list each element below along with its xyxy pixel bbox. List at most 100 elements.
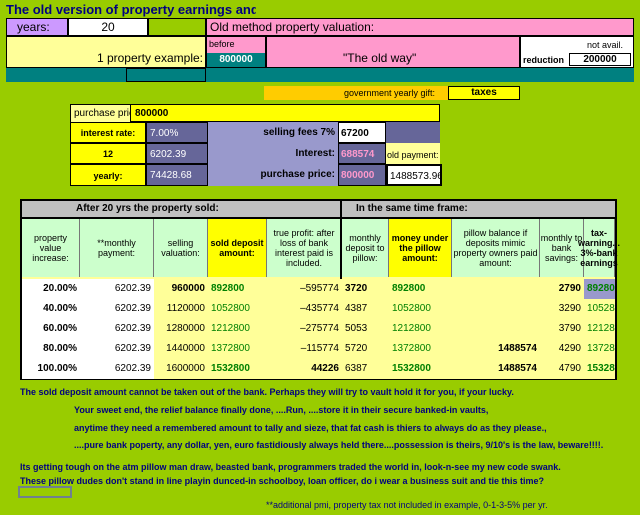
selected-cell[interactable]	[18, 486, 72, 498]
table-cell-property-value-increase: 60.00%	[22, 319, 80, 339]
table-cell-monthly-bank-savings: 3790	[540, 319, 584, 339]
table-cell-money-under-pillow: 1212800	[389, 319, 452, 339]
table-cell-property-value-increase: 80.00%	[22, 339, 80, 359]
column-header-money-under-pillow: money under the pillow amount:	[389, 219, 452, 277]
table-cell-bank-earnings: 1052800	[584, 299, 615, 319]
table-cell-bank-earnings: 1532800	[584, 359, 615, 379]
table-cell-monthly-payment: 6202.39	[80, 339, 154, 359]
column-header-monthly-payment: **monthly payment:	[80, 219, 154, 277]
table-cell-true-profit: 44226	[267, 359, 342, 379]
left-table-header: After 20 yrs the property sold:	[76, 203, 219, 214]
before-label: before	[209, 39, 235, 49]
column-header-bank-earnings: tax-warning... 3%-bank earnings	[578, 219, 620, 277]
table-cell-sold-deposit-amount: 1372800	[208, 339, 267, 359]
taxes-cell: taxes	[448, 86, 520, 100]
column-header-true-profit: true profit: after loss of bank interest…	[267, 219, 342, 277]
column-header-selling-valuation: selling valuation:	[154, 219, 208, 277]
example-cell: 1 property example:	[6, 36, 206, 68]
yearly-label: yearly:	[70, 164, 146, 186]
table-cell-monthly-payment: 6202.39	[80, 279, 154, 299]
table-cell-selling-valuation: 1440000	[154, 339, 208, 359]
reduction-value: 200000	[569, 53, 631, 66]
table-cell-monthly-bank-savings: 2790	[540, 279, 584, 299]
table-cell-bank-earnings: 1372800	[584, 339, 615, 359]
table-cell-pillow-balance: 1488574	[452, 359, 540, 379]
interest-label: Interest:	[208, 143, 338, 164]
selling-fees-value: 67200	[338, 122, 386, 143]
table-cell-monthly-deposit-pillow: 5053	[342, 319, 389, 339]
table-cell-selling-valuation: 1120000	[154, 299, 208, 319]
table-cell-money-under-pillow: 892800	[389, 279, 452, 299]
note-line-1: The sold deposit amount cannot be taken …	[20, 387, 514, 397]
table-cell-selling-valuation: 1280000	[154, 319, 208, 339]
table-cell-selling-valuation: 960000	[154, 279, 208, 299]
table-cell-money-under-pillow: 1532800	[389, 359, 452, 379]
table-row: 100.00% 6202.39 1600000 1532800 44226 6387 153…	[22, 359, 615, 379]
table-cell-money-under-pillow: 1052800	[389, 299, 452, 319]
table-cell-true-profit: –595774	[267, 279, 342, 299]
note-line-3: anytime they need a remembered amount to…	[74, 423, 547, 433]
old-way-label: "The old way"	[343, 51, 417, 65]
not-avail-cell: not avail. reduction 200000	[520, 36, 634, 68]
years-label-cell: years:	[6, 18, 68, 36]
table-cell-sold-deposit-amount: 1212800	[208, 319, 267, 339]
monthly-value: 6202.39	[146, 143, 208, 164]
interest-rate-label: interest rate:	[70, 122, 146, 143]
table-cell-true-profit: –275774	[267, 319, 342, 339]
example-label: 1 property example:	[96, 51, 203, 65]
table-cell-monthly-deposit-pillow: 4387	[342, 299, 389, 319]
table-row: 60.00% 6202.39 1280000 1212800 –275774 5053 12…	[22, 319, 615, 339]
table-cell-bank-earnings: 892800	[584, 279, 615, 299]
table-cell-pillow-balance	[452, 279, 540, 299]
years-input[interactable]: 20	[68, 18, 148, 36]
table-cell-selling-valuation: 1600000	[154, 359, 208, 379]
table-cell-monthly-deposit-pillow: 6387	[342, 359, 389, 379]
table-cell-property-value-increase: 40.00%	[22, 299, 80, 319]
column-header-monthly-deposit-pillow: monthly deposit to pillow:	[342, 219, 389, 277]
table-cell-monthly-bank-savings: 3290	[540, 299, 584, 319]
table-row: 40.00% 6202.39 1120000 1052800 –435774 4387 10…	[22, 299, 615, 319]
table-cell-sold-deposit-amount: 892800	[208, 279, 267, 299]
months-value: 12	[70, 143, 146, 164]
table-cell-monthly-deposit-pillow: 3720	[342, 279, 389, 299]
table-cell-monthly-bank-savings: 4790	[540, 359, 584, 379]
table-cell-property-value-increase: 100.00%	[22, 359, 80, 379]
right-table-header: In the same time frame:	[356, 203, 468, 214]
note-line-5: Its getting tough on the atm pillow man …	[20, 462, 561, 472]
old-method-label: Old method property valuation:	[206, 18, 634, 36]
table-row: 20.00% 6202.39 960000 892800 –595774 3720 8928…	[22, 279, 615, 299]
teal-bar	[6, 68, 634, 82]
table-cell-property-value-increase: 20.00%	[22, 279, 80, 299]
table-cell-monthly-deposit-pillow: 5720	[342, 339, 389, 359]
table-cell-monthly-payment: 6202.39	[80, 319, 154, 339]
table-cell-monthly-payment: 6202.39	[80, 359, 154, 379]
interest-value: 688574	[338, 143, 386, 164]
not-avail-label: not avail.	[586, 40, 623, 50]
header-divider	[340, 201, 342, 219]
table-cell-pillow-balance	[452, 319, 540, 339]
note-line-4: ....pure bank poperty, any dollar, yen, …	[74, 440, 604, 450]
gift-label: government yearly gift:	[344, 88, 436, 98]
table-cell-sold-deposit-amount: 1532800	[208, 359, 267, 379]
table-cell-pillow-balance: 1488574	[452, 339, 540, 359]
before-value: 800000	[207, 53, 265, 67]
purchase-price2-value: 800000	[338, 164, 386, 186]
column-header-property-value-increase: property value increase:	[22, 219, 80, 277]
years-label: years:	[17, 20, 50, 34]
footnote: **additional pmi, property tax not inclu…	[266, 500, 548, 510]
table-cell-bank-earnings: 1212800	[584, 319, 615, 339]
selling-fees-spacer	[386, 122, 440, 143]
interest-rate-value: 7.00%	[146, 122, 208, 143]
old-way-cell: "The old way"	[266, 36, 520, 68]
table-row: 80.00% 6202.39 1440000 1372800 –115774 5720 13…	[22, 339, 615, 359]
spacer-cell	[148, 18, 206, 36]
selling-fees-label: selling fees 7%	[208, 122, 338, 143]
table-cell-true-profit: –115774	[267, 339, 342, 359]
table-cell-monthly-payment: 6202.39	[80, 299, 154, 319]
table-cell-monthly-bank-savings: 4290	[540, 339, 584, 359]
total-value: 1488573.96	[386, 164, 442, 186]
table-cell-money-under-pillow: 1372800	[389, 339, 452, 359]
table-cell-pillow-balance	[452, 299, 540, 319]
page-title: The old version of property earnings and…	[6, 2, 256, 17]
old-payment-label: old payment:	[386, 143, 440, 164]
